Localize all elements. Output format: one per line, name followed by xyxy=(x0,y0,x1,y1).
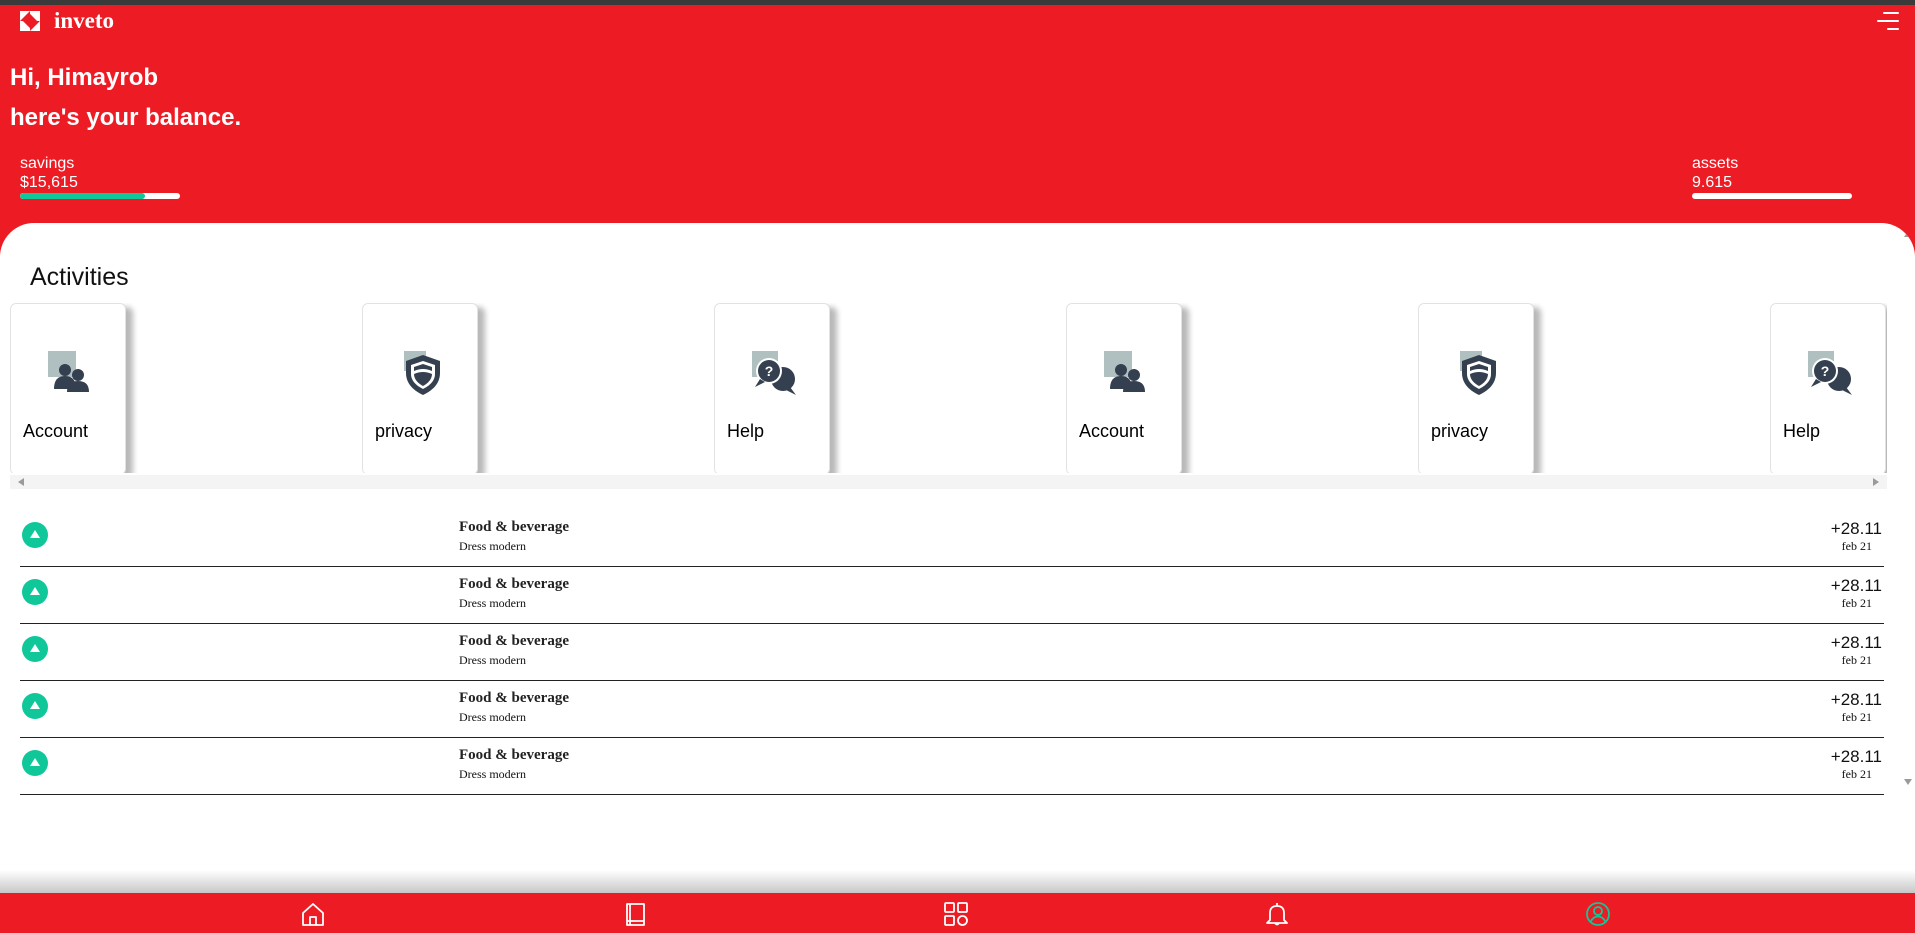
transaction-subtitle: Dress modern xyxy=(459,653,526,667)
activities-carousel[interactable]: Account privacy ? Help Account privacy ?… xyxy=(10,303,1887,473)
profile-icon xyxy=(1586,902,1610,926)
account-icon xyxy=(48,351,89,392)
nav-grid-button[interactable] xyxy=(943,901,969,927)
activity-card-account[interactable]: Account xyxy=(10,303,126,473)
nav-home-button[interactable] xyxy=(300,901,326,927)
savings-progress-fill xyxy=(20,193,145,199)
main-panel: Activities Account privacy ? Help Accoun… xyxy=(0,223,1915,893)
transaction-row[interactable]: Food & beverage Dress modern +28.11 feb … xyxy=(20,738,1884,795)
transaction-title: Food & beverage xyxy=(459,690,569,706)
activity-card-label: privacy xyxy=(1431,421,1489,441)
horizontal-scrollbar[interactable] xyxy=(10,475,1887,489)
activity-card-help[interactable]: ? Help xyxy=(714,303,830,473)
nav-book-button[interactable] xyxy=(622,901,648,927)
grid-icon xyxy=(944,902,968,926)
scroll-left-icon[interactable] xyxy=(18,478,24,486)
activity-card-help[interactable]: ? Help xyxy=(1770,303,1886,473)
transaction-date: feb 21 xyxy=(1841,653,1872,667)
activities-title: Activities xyxy=(30,263,129,291)
activity-card-label: Help xyxy=(1783,421,1821,441)
assets-progress-bar xyxy=(1692,193,1852,199)
savings-progress-bar xyxy=(20,193,180,199)
book-icon xyxy=(626,903,645,926)
transaction-date: feb 21 xyxy=(1841,710,1872,724)
activity-card-privacy[interactable]: privacy xyxy=(362,303,478,473)
activity-card-label: Help xyxy=(727,421,765,441)
nav-notifications-button[interactable] xyxy=(1264,901,1290,927)
svg-text:?: ? xyxy=(1821,363,1830,379)
savings-stat: savings $15,615 xyxy=(20,154,180,199)
account-icon xyxy=(1104,351,1145,392)
help-chat-icon: ? xyxy=(752,351,796,395)
income-arrow-icon xyxy=(22,750,48,776)
app-name: inveto xyxy=(54,8,115,33)
activity-card-account[interactable]: Account xyxy=(1066,303,1182,473)
shield-icon xyxy=(404,351,440,395)
income-arrow-icon xyxy=(22,579,48,605)
transaction-title: Food & beverage xyxy=(459,747,569,763)
menu-icon xyxy=(1877,12,1899,30)
transaction-amount: +28.11 xyxy=(1830,690,1882,709)
bottom-nav xyxy=(0,893,1915,933)
transaction-date: feb 21 xyxy=(1841,767,1872,781)
assets-stat: assets 9.615 xyxy=(1692,154,1852,199)
transaction-row[interactable]: Food & beverage Dress modern +28.11 feb … xyxy=(20,567,1884,624)
transaction-date: feb 21 xyxy=(1841,596,1872,610)
shield-icon xyxy=(1460,351,1496,395)
transaction-subtitle: Dress modern xyxy=(459,710,526,724)
scroll-up-icon[interactable] xyxy=(1904,231,1912,237)
home-icon xyxy=(302,903,324,926)
transaction-row[interactable]: Food & beverage Dress modern +28.11 feb … xyxy=(20,510,1884,567)
transaction-subtitle: Dress modern xyxy=(459,596,526,610)
scroll-down-icon[interactable] xyxy=(1904,779,1912,785)
transaction-amount: +28.11 xyxy=(1830,747,1882,766)
assets-value: 9.615 xyxy=(1692,174,1733,191)
savings-label: savings xyxy=(20,155,75,172)
greeting-name: Hi, Himayrob xyxy=(10,64,159,91)
activity-card-label: Account xyxy=(23,421,89,441)
income-arrow-icon xyxy=(22,693,48,719)
bottom-nav-shadow xyxy=(0,870,1915,893)
activity-card-label: Account xyxy=(1079,421,1145,441)
inveto-logo-icon xyxy=(20,11,40,31)
menu-button[interactable] xyxy=(1875,10,1901,32)
vertical-scrollbar[interactable] xyxy=(1901,223,1915,793)
transaction-subtitle: Dress modern xyxy=(459,767,526,781)
svg-text:?: ? xyxy=(765,363,774,379)
transaction-row[interactable]: Food & beverage Dress modern +28.11 feb … xyxy=(20,624,1884,681)
activity-card-privacy[interactable]: privacy xyxy=(1418,303,1534,473)
income-arrow-icon xyxy=(22,522,48,548)
nav-profile-button[interactable] xyxy=(1585,901,1611,927)
transaction-amount: +28.11 xyxy=(1830,576,1882,595)
bell-icon xyxy=(1266,903,1288,926)
transaction-title: Food & beverage xyxy=(459,633,569,649)
brand[interactable]: inveto xyxy=(18,9,114,33)
transaction-subtitle: Dress modern xyxy=(459,539,526,553)
help-chat-icon: ? xyxy=(1808,351,1852,395)
transaction-title: Food & beverage xyxy=(459,576,569,592)
assets-label: assets xyxy=(1692,155,1739,172)
window-top-edge xyxy=(0,0,1915,5)
greeting-balance: here's your balance. xyxy=(10,104,242,131)
savings-value: $15,615 xyxy=(20,174,78,191)
transaction-date: feb 21 xyxy=(1841,539,1872,553)
activity-card-label: privacy xyxy=(375,421,433,441)
transaction-amount: +28.11 xyxy=(1830,519,1882,538)
transaction-row[interactable]: Food & beverage Dress modern +28.11 feb … xyxy=(20,681,1884,738)
transaction-list: Food & beverage Dress modern +28.11 feb … xyxy=(20,510,1884,795)
scroll-right-icon[interactable] xyxy=(1873,478,1879,486)
transaction-amount: +28.11 xyxy=(1830,633,1882,652)
transaction-title: Food & beverage xyxy=(459,519,569,535)
income-arrow-icon xyxy=(22,636,48,662)
